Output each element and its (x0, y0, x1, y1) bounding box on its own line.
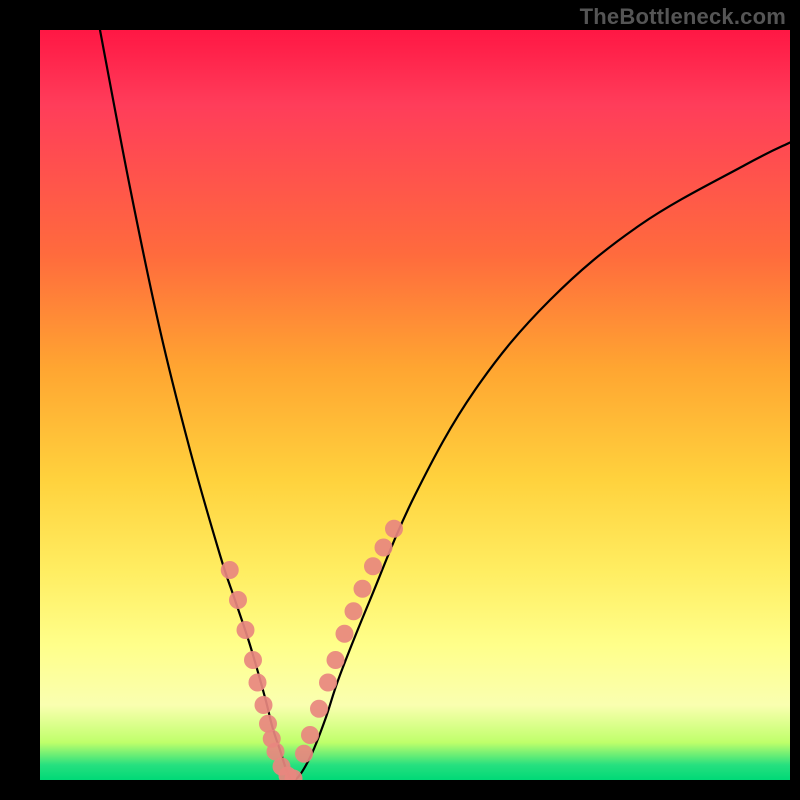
marker-cluster-left (221, 561, 239, 579)
marker-cluster-right (301, 726, 319, 744)
marker-cluster-right (375, 539, 393, 557)
marker-cluster-right (345, 602, 363, 620)
marker-cluster-left (229, 591, 247, 609)
marker-cluster-right (319, 674, 337, 692)
chart-stage: TheBottleneck.com (0, 0, 800, 800)
marker-cluster-right (310, 700, 328, 718)
marker-cluster-right (385, 520, 403, 538)
marker-cluster-left (259, 715, 277, 733)
marker-cluster-left (244, 651, 262, 669)
bottleneck-curve (100, 30, 790, 780)
curve-markers (221, 520, 403, 780)
marker-cluster-right (295, 745, 313, 763)
marker-cluster-right (354, 580, 372, 598)
marker-cluster-right (336, 625, 354, 643)
watermark-text: TheBottleneck.com (580, 4, 786, 30)
curve-svg (40, 30, 790, 780)
marker-cluster-right (364, 557, 382, 575)
marker-cluster-left (255, 696, 273, 714)
plot-area (40, 30, 790, 780)
marker-cluster-right (327, 651, 345, 669)
marker-cluster-left (249, 674, 267, 692)
marker-cluster-left (237, 621, 255, 639)
